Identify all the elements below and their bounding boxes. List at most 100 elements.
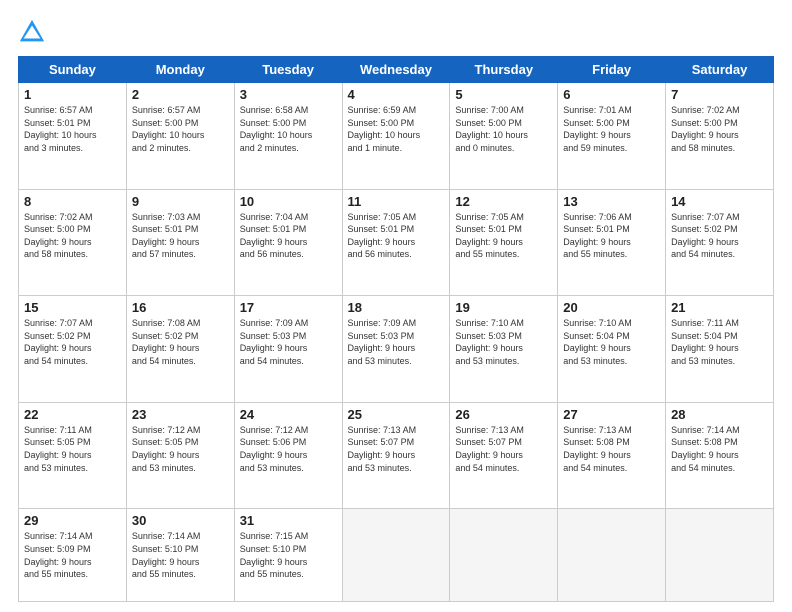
day-number: 15: [24, 300, 121, 315]
day-number: 31: [240, 513, 337, 528]
week-row-1: 1 Sunrise: 6:57 AM Sunset: 5:01 PM Daylig…: [19, 83, 774, 190]
day-info: Sunrise: 7:10 AM Sunset: 5:03 PM Dayligh…: [455, 317, 552, 367]
calendar-cell: 29 Sunrise: 7:14 AM Sunset: 5:09 PM Dayli…: [19, 509, 127, 602]
week-row-5: 29 Sunrise: 7:14 AM Sunset: 5:09 PM Dayli…: [19, 509, 774, 602]
day-info: Sunrise: 7:15 AM Sunset: 5:10 PM Dayligh…: [240, 530, 337, 580]
calendar-cell: 21 Sunrise: 7:11 AM Sunset: 5:04 PM Dayli…: [666, 296, 774, 403]
calendar-cell: [666, 509, 774, 602]
day-info: Sunrise: 7:01 AM Sunset: 5:00 PM Dayligh…: [563, 104, 660, 154]
day-number: 26: [455, 407, 552, 422]
day-number: 16: [132, 300, 229, 315]
week-row-4: 22 Sunrise: 7:11 AM Sunset: 5:05 PM Dayli…: [19, 402, 774, 509]
day-header-tuesday: Tuesday: [234, 57, 342, 83]
day-number: 13: [563, 194, 660, 209]
calendar-cell: 7 Sunrise: 7:02 AM Sunset: 5:00 PM Daylig…: [666, 83, 774, 190]
day-info: Sunrise: 7:13 AM Sunset: 5:07 PM Dayligh…: [455, 424, 552, 474]
day-info: Sunrise: 7:10 AM Sunset: 5:04 PM Dayligh…: [563, 317, 660, 367]
day-number: 22: [24, 407, 121, 422]
day-number: 30: [132, 513, 229, 528]
day-number: 24: [240, 407, 337, 422]
calendar-cell: 15 Sunrise: 7:07 AM Sunset: 5:02 PM Dayli…: [19, 296, 127, 403]
day-info: Sunrise: 7:09 AM Sunset: 5:03 PM Dayligh…: [348, 317, 445, 367]
calendar-cell: [450, 509, 558, 602]
calendar-cell: 22 Sunrise: 7:11 AM Sunset: 5:05 PM Dayli…: [19, 402, 127, 509]
calendar-cell: 9 Sunrise: 7:03 AM Sunset: 5:01 PM Daylig…: [126, 189, 234, 296]
day-header-wednesday: Wednesday: [342, 57, 450, 83]
day-number: 8: [24, 194, 121, 209]
calendar-cell: 20Sunrise: 7:10 AM Sunset: 5:04 PM Dayli…: [558, 296, 666, 403]
day-info: Sunrise: 7:09 AM Sunset: 5:03 PM Dayligh…: [240, 317, 337, 367]
calendar-cell: 10 Sunrise: 7:04 AM Sunset: 5:01 PM Dayli…: [234, 189, 342, 296]
day-info: Sunrise: 7:12 AM Sunset: 5:05 PM Dayligh…: [132, 424, 229, 474]
day-header-thursday: Thursday: [450, 57, 558, 83]
day-header-saturday: Saturday: [666, 57, 774, 83]
calendar-cell: 24 Sunrise: 7:12 AM Sunset: 5:06 PM Dayli…: [234, 402, 342, 509]
day-number: 19: [455, 300, 552, 315]
calendar-cell: 11 Sunrise: 7:05 AM Sunset: 5:01 PM Dayli…: [342, 189, 450, 296]
day-number: 28: [671, 407, 768, 422]
calendar-cell: 12 Sunrise: 7:05 AM Sunset: 5:01 PM Dayli…: [450, 189, 558, 296]
calendar-cell: 27 Sunrise: 7:13 AM Sunset: 5:08 PM Dayli…: [558, 402, 666, 509]
day-number: 6: [563, 87, 660, 102]
calendar-cell: 31 Sunrise: 7:15 AM Sunset: 5:10 PM Dayli…: [234, 509, 342, 602]
header: [18, 18, 774, 46]
week-row-3: 15 Sunrise: 7:07 AM Sunset: 5:02 PM Dayli…: [19, 296, 774, 403]
day-info: Sunrise: 7:13 AM Sunset: 5:07 PM Dayligh…: [348, 424, 445, 474]
calendar-cell: 8 Sunrise: 7:02 AM Sunset: 5:00 PM Daylig…: [19, 189, 127, 296]
day-info: Sunrise: 7:05 AM Sunset: 5:01 PM Dayligh…: [348, 211, 445, 261]
day-header-sunday: Sunday: [19, 57, 127, 83]
day-info: Sunrise: 7:02 AM Sunset: 5:00 PM Dayligh…: [671, 104, 768, 154]
day-info: Sunrise: 7:08 AM Sunset: 5:02 PM Dayligh…: [132, 317, 229, 367]
day-number: 12: [455, 194, 552, 209]
day-info: Sunrise: 7:07 AM Sunset: 5:02 PM Dayligh…: [671, 211, 768, 261]
calendar-cell: 16 Sunrise: 7:08 AM Sunset: 5:02 PM Dayli…: [126, 296, 234, 403]
day-info: Sunrise: 7:02 AM Sunset: 5:00 PM Dayligh…: [24, 211, 121, 261]
day-info: Sunrise: 6:57 AM Sunset: 5:01 PM Dayligh…: [24, 104, 121, 154]
day-info: Sunrise: 7:05 AM Sunset: 5:01 PM Dayligh…: [455, 211, 552, 261]
day-info: Sunrise: 7:12 AM Sunset: 5:06 PM Dayligh…: [240, 424, 337, 474]
day-number: 21: [671, 300, 768, 315]
day-info: Sunrise: 6:57 AM Sunset: 5:00 PM Dayligh…: [132, 104, 229, 154]
calendar-cell: [342, 509, 450, 602]
calendar-cell: 3 Sunrise: 6:58 AM Sunset: 5:00 PM Daylig…: [234, 83, 342, 190]
day-info: Sunrise: 7:13 AM Sunset: 5:08 PM Dayligh…: [563, 424, 660, 474]
day-number: 7: [671, 87, 768, 102]
day-number: 3: [240, 87, 337, 102]
logo: [18, 18, 50, 46]
day-number: 27: [563, 407, 660, 422]
page: SundayMondayTuesdayWednesdayThursdayFrid…: [0, 0, 792, 612]
calendar-cell: 26 Sunrise: 7:13 AM Sunset: 5:07 PM Dayli…: [450, 402, 558, 509]
logo-icon: [18, 18, 46, 46]
day-number: 4: [348, 87, 445, 102]
day-number: 25: [348, 407, 445, 422]
calendar-cell: 23Sunrise: 7:12 AM Sunset: 5:05 PM Dayli…: [126, 402, 234, 509]
day-info: Sunrise: 7:07 AM Sunset: 5:02 PM Dayligh…: [24, 317, 121, 367]
calendar-cell: 14Sunrise: 7:07 AM Sunset: 5:02 PM Dayli…: [666, 189, 774, 296]
day-info: Sunrise: 6:59 AM Sunset: 5:00 PM Dayligh…: [348, 104, 445, 154]
calendar-cell: 18 Sunrise: 7:09 AM Sunset: 5:03 PM Dayli…: [342, 296, 450, 403]
day-number: 1: [24, 87, 121, 102]
day-info: Sunrise: 6:58 AM Sunset: 5:00 PM Dayligh…: [240, 104, 337, 154]
day-info: Sunrise: 7:14 AM Sunset: 5:08 PM Dayligh…: [671, 424, 768, 474]
day-info: Sunrise: 7:11 AM Sunset: 5:05 PM Dayligh…: [24, 424, 121, 474]
day-number: 29: [24, 513, 121, 528]
day-number: 10: [240, 194, 337, 209]
calendar-cell: 30 Sunrise: 7:14 AM Sunset: 5:10 PM Dayli…: [126, 509, 234, 602]
day-info: Sunrise: 7:04 AM Sunset: 5:01 PM Dayligh…: [240, 211, 337, 261]
calendar-table: SundayMondayTuesdayWednesdayThursdayFrid…: [18, 56, 774, 602]
day-number: 11: [348, 194, 445, 209]
calendar-cell: 28 Sunrise: 7:14 AM Sunset: 5:08 PM Dayli…: [666, 402, 774, 509]
day-info: Sunrise: 7:03 AM Sunset: 5:01 PM Dayligh…: [132, 211, 229, 261]
calendar-cell: 6 Sunrise: 7:01 AM Sunset: 5:00 PM Daylig…: [558, 83, 666, 190]
day-header-friday: Friday: [558, 57, 666, 83]
calendar-cell: 19 Sunrise: 7:10 AM Sunset: 5:03 PM Dayli…: [450, 296, 558, 403]
day-number: 18: [348, 300, 445, 315]
days-header-row: SundayMondayTuesdayWednesdayThursdayFrid…: [19, 57, 774, 83]
day-info: Sunrise: 7:14 AM Sunset: 5:10 PM Dayligh…: [132, 530, 229, 580]
day-info: Sunrise: 7:11 AM Sunset: 5:04 PM Dayligh…: [671, 317, 768, 367]
week-row-2: 8 Sunrise: 7:02 AM Sunset: 5:00 PM Daylig…: [19, 189, 774, 296]
day-number: 5: [455, 87, 552, 102]
calendar-cell: 1 Sunrise: 6:57 AM Sunset: 5:01 PM Daylig…: [19, 83, 127, 190]
day-number: 9: [132, 194, 229, 209]
day-info: Sunrise: 7:14 AM Sunset: 5:09 PM Dayligh…: [24, 530, 121, 580]
